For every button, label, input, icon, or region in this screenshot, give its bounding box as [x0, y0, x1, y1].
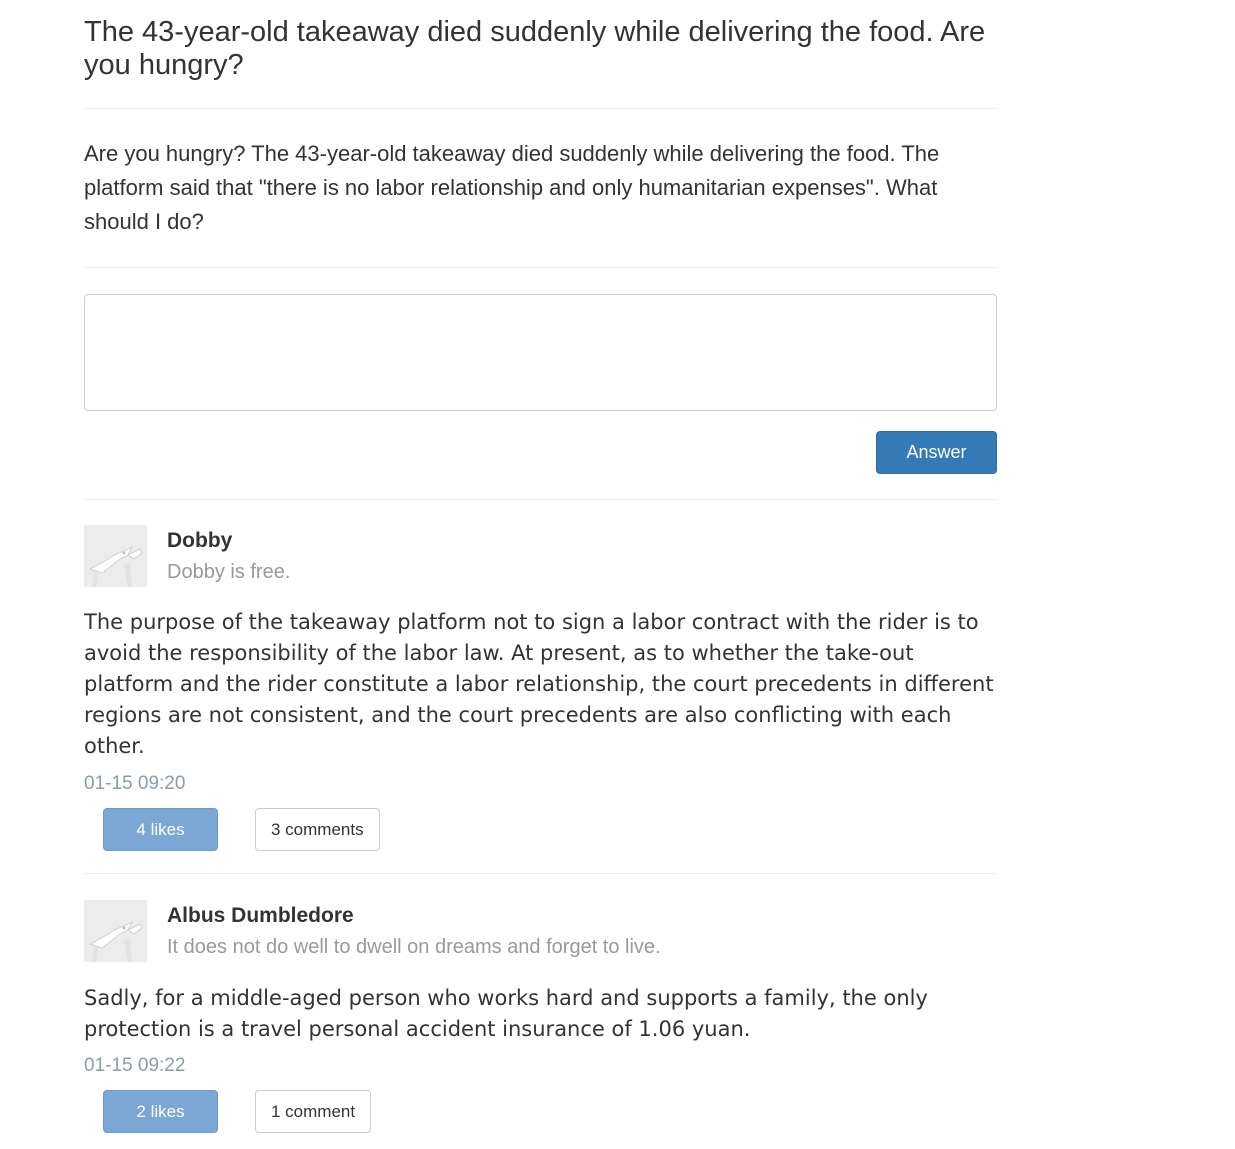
like-button[interactable]: 4 likes	[103, 808, 218, 851]
answer-actions: 2 likes 1 comment	[84, 1090, 997, 1133]
comments-button[interactable]: 3 comments	[255, 808, 380, 851]
like-button[interactable]: 2 likes	[103, 1090, 218, 1133]
avatar[interactable]	[84, 900, 147, 962]
answer-input[interactable]	[84, 294, 997, 411]
question-description: Are you hungry? The 43-year-old takeaway…	[84, 141, 940, 234]
author-name[interactable]: Albus Dumbledore	[167, 904, 354, 928]
divider	[84, 267, 997, 268]
author-name[interactable]: Dobby	[167, 529, 232, 553]
answer-timestamp: 01-15 09:20	[84, 773, 186, 794]
question-page: The 43-year-old takeaway died suddenly w…	[84, 0, 997, 1133]
author-bio: It does not do well to dwell on dreams a…	[167, 936, 661, 958]
answer-actions: 4 likes 3 comments	[84, 808, 997, 851]
answer-form-actions: Answer	[84, 431, 997, 474]
avatar[interactable]	[84, 525, 147, 587]
answer-item: Albus Dumbledore It does not do well to …	[84, 874, 997, 1133]
answer-text: Sadly, for a middle-aged person who work…	[84, 986, 928, 1041]
answer-timestamp: 01-15 09:22	[84, 1055, 186, 1076]
author-bio: Dobby is free.	[167, 561, 291, 583]
answer-item: Dobby Dobby is free. The purpose of the …	[84, 500, 997, 851]
avatar-placeholder-icon	[84, 900, 147, 962]
answer-author: Dobby Dobby is free.	[84, 525, 997, 587]
avatar-placeholder-icon	[84, 525, 147, 587]
answer-text: The purpose of the takeaway platform not…	[84, 610, 994, 758]
comments-button[interactable]: 1 comment	[255, 1090, 372, 1133]
answer-author: Albus Dumbledore It does not do well to …	[84, 900, 997, 962]
question-title: The 43-year-old takeaway died suddenly w…	[84, 16, 986, 81]
answer-button[interactable]: Answer	[876, 431, 997, 474]
